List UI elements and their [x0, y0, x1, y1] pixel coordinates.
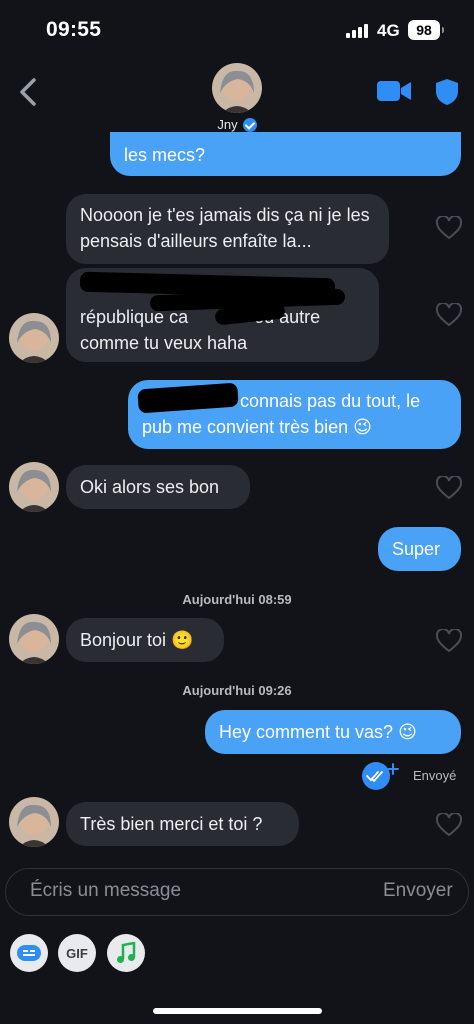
- heart-icon[interactable]: [436, 813, 462, 837]
- heart-icon[interactable]: [436, 216, 462, 240]
- message-outgoing[interactable]: les mecs?: [110, 132, 461, 176]
- music-button[interactable]: [107, 934, 145, 972]
- shield-icon: [436, 79, 458, 105]
- back-button[interactable]: [14, 76, 44, 108]
- heart-icon[interactable]: [436, 303, 462, 327]
- heart-icon[interactable]: [436, 476, 462, 500]
- battery-icon: 98: [408, 20, 444, 40]
- gif-button[interactable]: GIF: [58, 934, 96, 972]
- verified-badge-icon: [242, 117, 257, 132]
- message-text: Super: [392, 539, 441, 559]
- message-incoming[interactable]: Noooon je t'es jamais dis ça ni je les p…: [66, 194, 389, 264]
- home-indicator: [153, 1008, 322, 1014]
- message-text: Bonjour toi 🙂: [80, 630, 194, 650]
- network-label: 4G: [377, 21, 400, 40]
- contact-avatar[interactable]: [9, 797, 59, 847]
- message-text: Oki alors ses bon: [80, 477, 220, 497]
- contact-name: Jny: [217, 117, 238, 132]
- message-outgoing[interactable]: Hey comment tu vas? 😉: [205, 710, 461, 754]
- contact-avatar[interactable]: [9, 313, 59, 363]
- message-text: comme tu veux haha: [80, 333, 248, 353]
- message-text: pub me convient très bien 😉: [142, 417, 372, 437]
- chevron-left-icon: [20, 78, 36, 106]
- video-call-button[interactable]: [376, 79, 412, 103]
- timestamp: Aujourd'hui 09:26: [182, 683, 292, 698]
- contact-avatar[interactable]: [9, 614, 59, 664]
- contact-avatar[interactable]: [9, 462, 59, 512]
- message-incoming[interactable]: Bonjour toi 🙂: [66, 618, 224, 662]
- signal-icon: [346, 24, 370, 38]
- message-text: Très bien merci et toi ?: [80, 814, 263, 834]
- message-input-placeholder: Écris un message: [30, 880, 182, 901]
- contact-avatar[interactable]: [212, 63, 262, 113]
- video-camera-icon: [377, 81, 411, 101]
- send-button[interactable]: Envoyer: [383, 880, 453, 902]
- read-receipt-icon: [362, 762, 399, 790]
- gif-label: GIF: [66, 945, 88, 961]
- read-receipt: [361, 761, 399, 790]
- status-time: 09:55: [46, 18, 102, 41]
- message-text: Noooon je t'es jamais dis ça ni je les p…: [80, 205, 370, 251]
- sent-status: Envoyé: [413, 768, 457, 783]
- safety-button[interactable]: [435, 78, 459, 106]
- timestamp: Aujourd'hui 08:59: [182, 592, 292, 607]
- sticker-button[interactable]: [10, 934, 48, 972]
- message-incoming[interactable]: Oki alors ses bon: [66, 465, 250, 509]
- heart-icon[interactable]: [436, 629, 462, 653]
- message-text: Hey comment tu vas? 😉: [219, 722, 417, 742]
- sticker-icon: [17, 945, 41, 961]
- message-text: les mecs?: [124, 145, 206, 165]
- message-outgoing[interactable]: Super: [378, 527, 461, 571]
- message-incoming[interactable]: Très bien merci et toi ?: [66, 802, 299, 846]
- music-note-icon: [117, 942, 136, 963]
